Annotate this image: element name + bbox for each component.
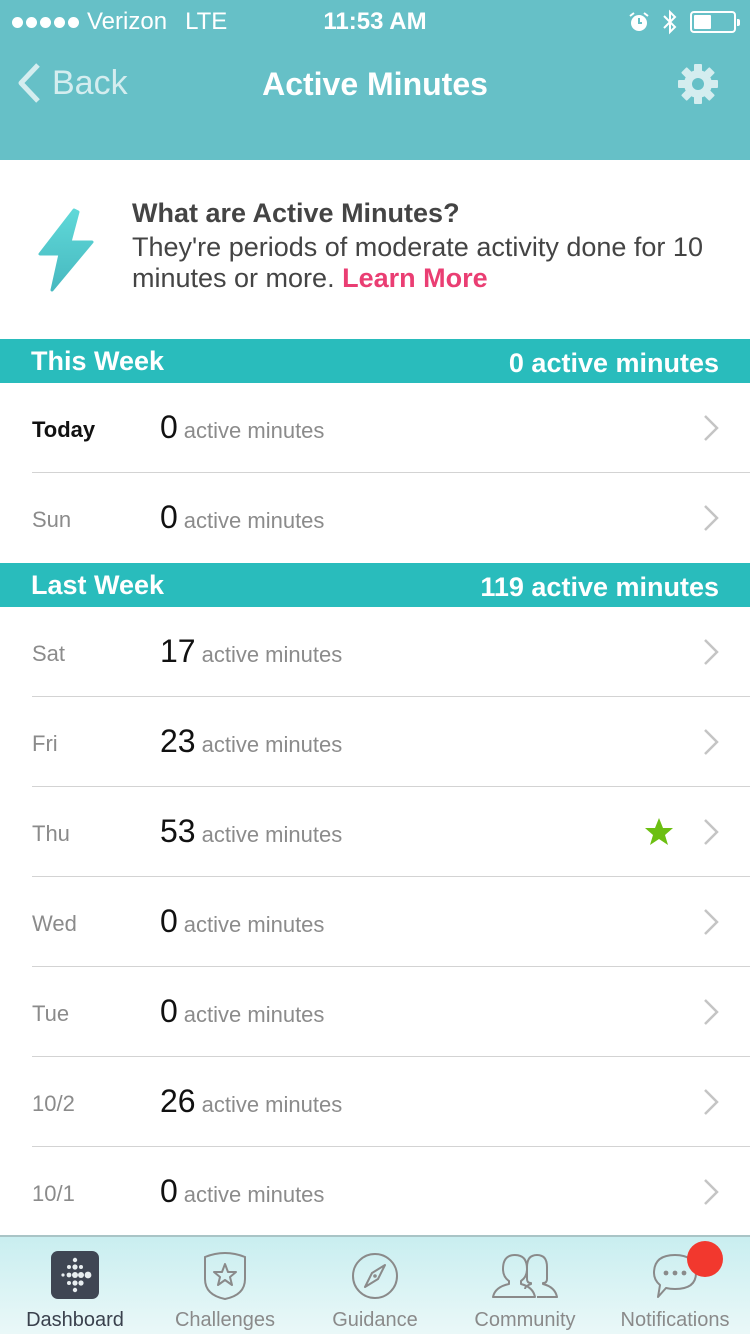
minutes-unit: active minutes bbox=[183, 418, 325, 443]
top-bar: Verizon LTE 11:53 AM Back Active Minutes bbox=[0, 0, 750, 160]
minutes-number: 53 bbox=[160, 813, 196, 849]
chevron-right-icon bbox=[704, 909, 719, 935]
minutes-unit: active minutes bbox=[183, 1182, 325, 1207]
tab-community[interactable]: Community bbox=[450, 1237, 600, 1334]
day-row[interactable]: Wed 0 active minutes bbox=[0, 877, 750, 967]
info-title: What are Active Minutes? bbox=[132, 198, 460, 228]
section-total: 0 active minutes bbox=[508, 348, 719, 378]
minutes-number: 0 bbox=[160, 993, 178, 1029]
day-label: Fri bbox=[32, 731, 58, 756]
day-label: Sun bbox=[32, 507, 72, 532]
day-label: Today bbox=[32, 417, 96, 442]
tab-dashboard[interactable]: Dashboard bbox=[0, 1237, 150, 1334]
minutes-unit: active minutes bbox=[183, 508, 325, 533]
page-title: Active Minutes bbox=[262, 66, 488, 102]
minutes-value: 0 active minutes bbox=[160, 1173, 324, 1210]
star-icon bbox=[645, 818, 673, 845]
tab-notifications[interactable]: Notifications bbox=[600, 1237, 750, 1334]
minutes-value: 0 active minutes bbox=[160, 903, 324, 940]
chevron-right-icon bbox=[704, 415, 719, 441]
minutes-value: 0 active minutes bbox=[160, 993, 324, 1030]
tab-guidance[interactable]: Guidance bbox=[300, 1237, 450, 1334]
day-row[interactable]: 10/2 26 active minutes bbox=[0, 1057, 750, 1147]
chevron-right-icon bbox=[704, 729, 719, 755]
minutes-number: 26 bbox=[160, 1083, 196, 1119]
section-title: Last Week bbox=[31, 570, 165, 600]
challenges-star-shield-icon bbox=[204, 1252, 246, 1301]
minutes-value: 23 active minutes bbox=[160, 723, 342, 760]
tab-label: Community bbox=[474, 1309, 576, 1331]
minutes-unit: active minutes bbox=[183, 1002, 325, 1027]
gear-icon bbox=[678, 64, 718, 104]
day-label: Thu bbox=[32, 821, 70, 846]
tab-label: Guidance bbox=[332, 1309, 418, 1331]
chevron-right-icon bbox=[704, 1089, 719, 1115]
minutes-unit: active minutes bbox=[201, 642, 343, 667]
day-row[interactable]: Sun 0 active minutes bbox=[0, 473, 750, 563]
chevron-right-icon bbox=[704, 819, 719, 845]
settings-button[interactable] bbox=[676, 62, 720, 111]
alarm-icon bbox=[629, 12, 649, 31]
minutes-value: 17 active minutes bbox=[160, 633, 342, 670]
notification-badge bbox=[687, 1241, 723, 1277]
lightning-bolt-icon bbox=[38, 208, 94, 292]
day-label: Sat bbox=[32, 641, 66, 666]
minutes-number: 0 bbox=[160, 409, 178, 445]
minutes-number: 17 bbox=[160, 633, 196, 669]
bluetooth-icon bbox=[663, 9, 677, 35]
minutes-value: 26 active minutes bbox=[160, 1083, 342, 1120]
minutes-value: 0 active minutes bbox=[160, 409, 324, 446]
battery-level-fill bbox=[694, 15, 712, 29]
chevron-right-icon bbox=[704, 999, 719, 1025]
section-total: 119 active minutes bbox=[480, 572, 719, 602]
minutes-number: 0 bbox=[160, 903, 178, 939]
navigation-bar: Back Active Minutes bbox=[0, 50, 750, 120]
learn-more-link[interactable]: Learn More bbox=[342, 263, 488, 293]
minutes-unit: active minutes bbox=[201, 822, 343, 847]
minutes-number: 0 bbox=[160, 499, 178, 535]
tab-label: Notifications bbox=[620, 1309, 730, 1331]
tab-label: Challenges bbox=[174, 1309, 276, 1331]
day-row[interactable]: Fri 23 active minutes bbox=[0, 697, 750, 787]
chevron-right-icon bbox=[704, 505, 719, 531]
minutes-unit: active minutes bbox=[201, 1092, 343, 1117]
day-label: 10/1 bbox=[32, 1181, 75, 1206]
day-label: 10/2 bbox=[32, 1091, 75, 1116]
chevron-right-icon bbox=[704, 1179, 719, 1205]
tab-label: Dashboard bbox=[26, 1309, 124, 1331]
compass-icon bbox=[352, 1253, 398, 1299]
tab-bar: Dashboard Challenges Guidance Community … bbox=[0, 1235, 750, 1334]
info-panel: What are Active Minutes? They're periods… bbox=[0, 160, 750, 339]
section-header-this-week: This Week 0 active minutes bbox=[0, 339, 750, 383]
day-row[interactable]: 10/1 0 active minutes bbox=[0, 1147, 750, 1237]
tab-challenges[interactable]: Challenges bbox=[150, 1237, 300, 1334]
day-row[interactable]: Today 0 active minutes bbox=[0, 383, 750, 473]
minutes-number: 0 bbox=[160, 1173, 178, 1209]
minutes-value: 53 active minutes bbox=[160, 813, 342, 850]
day-row[interactable]: Thu 53 active minutes bbox=[0, 787, 750, 877]
community-people-icon bbox=[492, 1254, 558, 1298]
minutes-value: 0 active minutes bbox=[160, 499, 324, 536]
battery-icon bbox=[690, 11, 740, 33]
chevron-right-icon bbox=[704, 639, 719, 665]
minutes-unit: active minutes bbox=[201, 732, 343, 757]
day-label: Wed bbox=[32, 911, 77, 936]
day-label: Tue bbox=[32, 1001, 70, 1026]
status-bar: Verizon LTE 11:53 AM bbox=[0, 0, 750, 40]
section-header-last-week: Last Week 119 active minutes bbox=[0, 563, 750, 607]
info-body: They're periods of moderate activity don… bbox=[132, 232, 732, 294]
minutes-number: 23 bbox=[160, 723, 196, 759]
day-row[interactable]: Tue 0 active minutes bbox=[0, 967, 750, 1057]
minutes-unit: active minutes bbox=[183, 912, 325, 937]
dashboard-icon bbox=[51, 1251, 99, 1299]
section-title: This Week bbox=[31, 346, 165, 376]
day-row[interactable]: Sat 17 active minutes bbox=[0, 607, 750, 697]
